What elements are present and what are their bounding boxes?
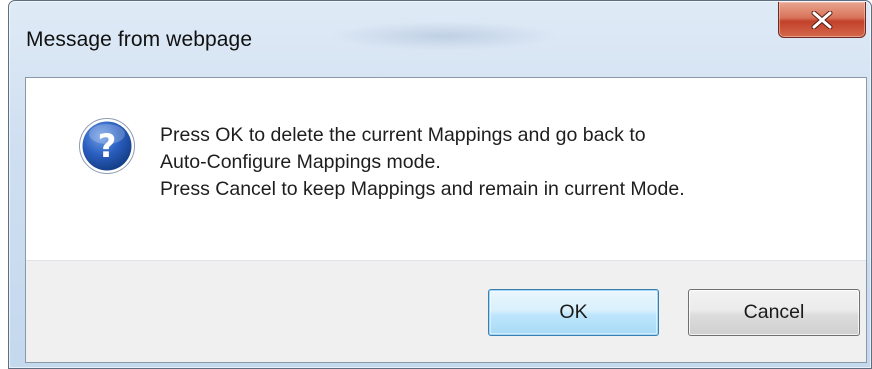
message-line: Press Cancel to keep Mappings and remain… xyxy=(160,178,685,200)
ok-button[interactable]: OK xyxy=(488,289,659,336)
dialog-title: Message from webpage xyxy=(26,28,253,51)
close-icon xyxy=(811,10,833,29)
message-text: Press OK to delete the current Mappings … xyxy=(160,122,685,203)
dialog-client-area: ? Press OK to delete the current Mapping… xyxy=(25,77,867,363)
question-icon: ? xyxy=(78,117,136,175)
title-bar-background-blur xyxy=(329,21,559,51)
cancel-button[interactable]: Cancel xyxy=(688,289,860,336)
button-area: OK Cancel xyxy=(26,260,866,362)
close-button[interactable] xyxy=(778,2,866,38)
dialog-window: Message from webpage ? Press OK to delet… xyxy=(8,0,872,369)
title-bar[interactable]: Message from webpage xyxy=(9,1,871,76)
message-area: ? Press OK to delete the current Mapping… xyxy=(26,78,866,260)
svg-text:?: ? xyxy=(98,127,117,165)
message-line: Auto-Configure Mappings mode. xyxy=(160,151,441,173)
message-line: Press OK to delete the current Mappings … xyxy=(160,124,646,146)
